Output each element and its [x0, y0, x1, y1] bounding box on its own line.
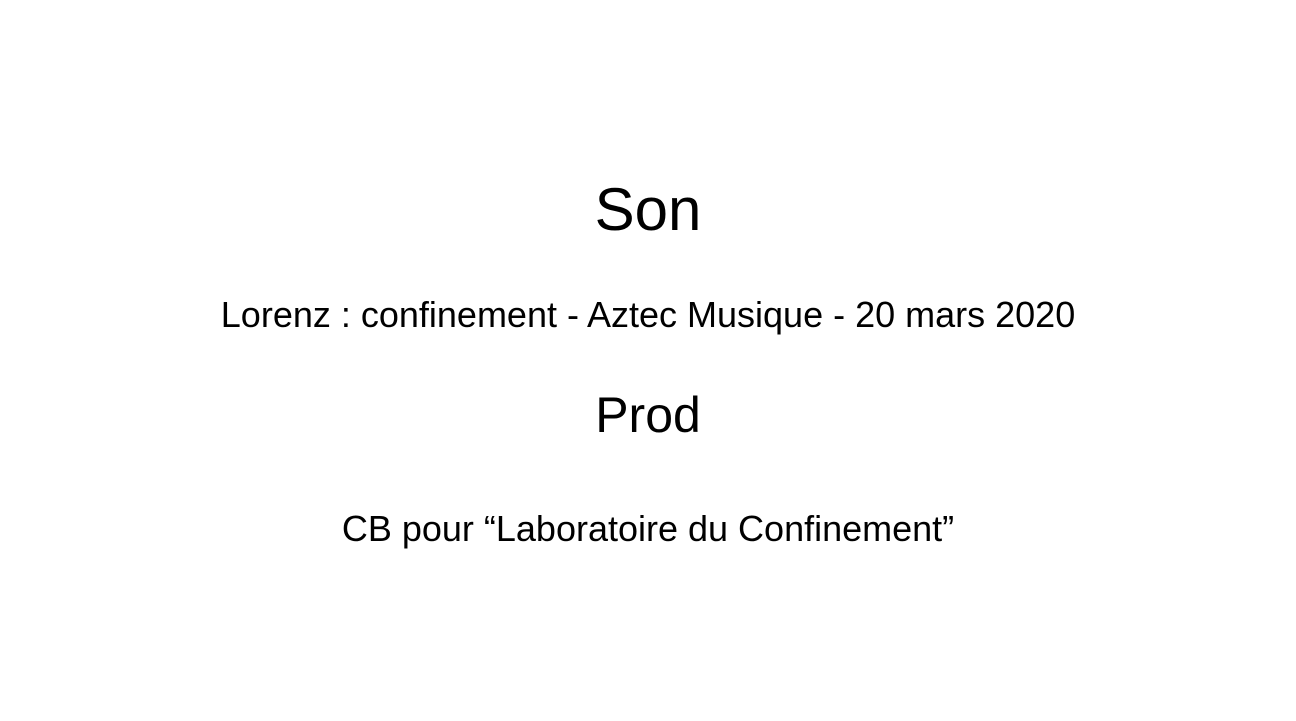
sound-credit-text: Lorenz : confinement - Aztec Musique - 2… [220, 294, 1076, 335]
sound-heading: Son [594, 176, 702, 243]
production-heading: Prod [595, 387, 701, 443]
production-credit-text: CB pour “Laboratoire du Confinement” [341, 508, 955, 549]
credits-slide: Son Lorenz : confinement - Aztec Musique… [0, 0, 1296, 721]
